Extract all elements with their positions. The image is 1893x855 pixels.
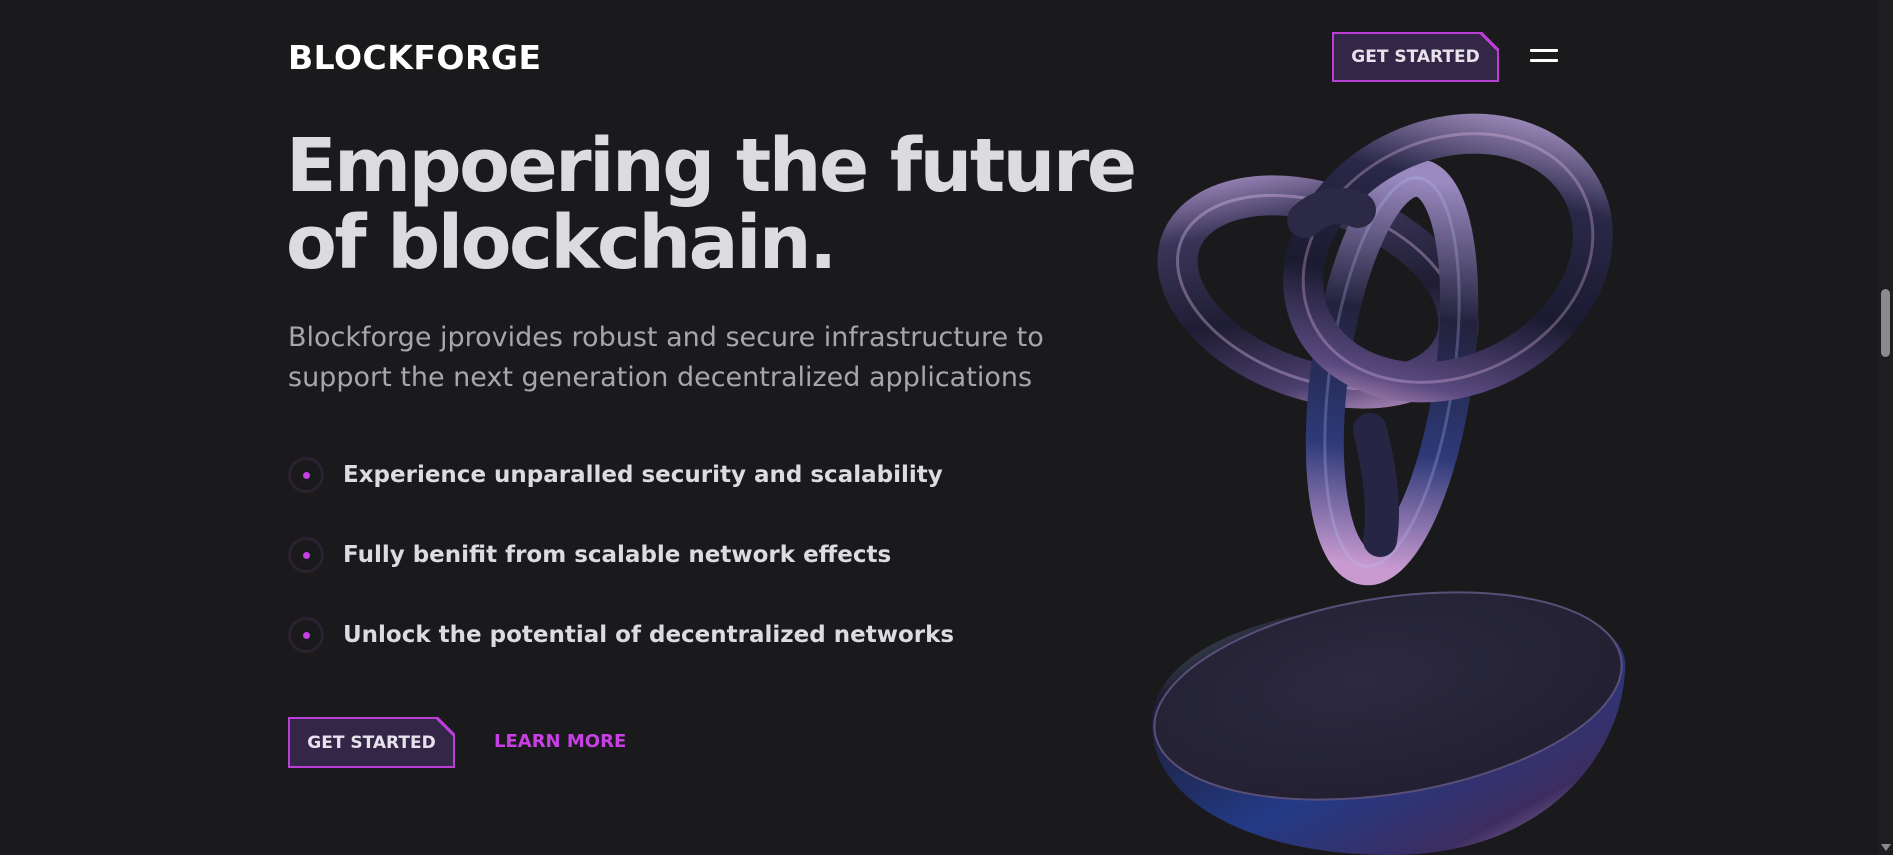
feature-item: Unlock the potential of decentralized ne… [288, 615, 954, 655]
feature-label: Fully benifit from scalable network effe… [343, 542, 892, 568]
hero-headline: Empoering the future of blockchain. [286, 128, 1146, 282]
scrollbar-thumb[interactable] [1881, 289, 1890, 357]
headline-line-1: Empoering the future [286, 123, 1137, 209]
hero-get-started-button[interactable]: GET STARTED [288, 717, 455, 768]
3d-knot-illustration [1152, 113, 1626, 855]
feature-item: Fully benifit from scalable network effe… [288, 535, 954, 575]
feature-label: Experience unparalled security and scala… [343, 462, 943, 488]
learn-more-link[interactable]: LEARN MORE [494, 731, 626, 753]
header-get-started-button[interactable]: GET STARTED [1332, 32, 1499, 82]
headline-line-2: of blockchain. [286, 200, 837, 286]
hero-subtitle: Blockforge jprovides robust and secure i… [288, 318, 1088, 398]
feature-list: Experience unparalled security and scala… [288, 455, 954, 695]
page-scrollbar[interactable] [1878, 0, 1893, 855]
feature-item: Experience unparalled security and scala… [288, 455, 954, 495]
hero-get-started-label: GET STARTED [307, 732, 436, 753]
bullet-dot-icon [288, 457, 324, 493]
bullet-dot-icon [288, 617, 324, 653]
header-get-started-label: GET STARTED [1351, 47, 1480, 67]
hamburger-menu-icon[interactable] [1530, 46, 1558, 64]
scroll-down-arrow-icon[interactable] [1881, 844, 1891, 851]
subtitle-line-1: Blockforge jprovides robust and secure i… [288, 322, 1044, 353]
bullet-dot-icon [288, 537, 324, 573]
subtitle-line-2: support the next generation decentralize… [288, 362, 1033, 393]
feature-label: Unlock the potential of decentralized ne… [343, 622, 955, 648]
brand-logo[interactable]: BLOCKFORGE [288, 38, 541, 78]
